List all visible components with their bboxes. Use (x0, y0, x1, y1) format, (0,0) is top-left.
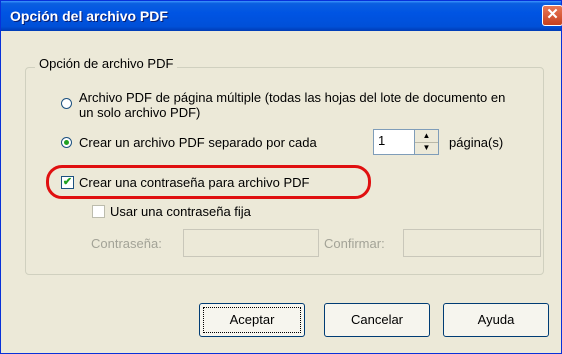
help-button[interactable]: Ayuda (443, 303, 549, 337)
window-title: Opción del archivo PDF (10, 8, 168, 24)
multipage-label: Archivo PDF de página múltiple (todas la… (79, 90, 506, 120)
ok-button[interactable]: Aceptar (199, 303, 305, 337)
pages-spinner[interactable]: ▲ ▼ (415, 129, 439, 155)
title-bar[interactable]: Opción del archivo PDF ✕ (1, 1, 562, 31)
spin-down-icon[interactable]: ▼ (415, 142, 438, 154)
create-password-checkbox[interactable]: ✔ (61, 176, 74, 189)
pdf-option-dialog: Opción del archivo PDF ✕ Opción de archi… (0, 0, 562, 354)
create-password-label: Crear una contraseña para archivo PDF (79, 175, 310, 190)
confirm-label: Confirmar: (324, 236, 385, 251)
separate-label: Crear un archivo PDF separado por cada (79, 135, 317, 150)
pages-suffix: página(s) (449, 135, 504, 150)
fixed-password-label: Usar una contraseña fija (110, 204, 251, 219)
cancel-button[interactable]: Cancelar (324, 303, 430, 337)
radio-separate[interactable] (61, 137, 72, 148)
password-label: Contraseña: (91, 236, 162, 251)
check-icon: ✔ (62, 176, 73, 188)
confirm-field[interactable] (403, 229, 541, 257)
password-field[interactable] (183, 229, 319, 257)
close-button[interactable]: ✕ (542, 5, 562, 26)
pages-spin-input[interactable]: 1 (373, 129, 415, 155)
radio-selected-dot (64, 140, 69, 145)
fixed-password-checkbox[interactable] (92, 205, 105, 218)
group-legend: Opción de archivo PDF (35, 56, 178, 71)
close-icon: ✕ (546, 6, 559, 23)
radio-multipage[interactable] (61, 98, 72, 109)
